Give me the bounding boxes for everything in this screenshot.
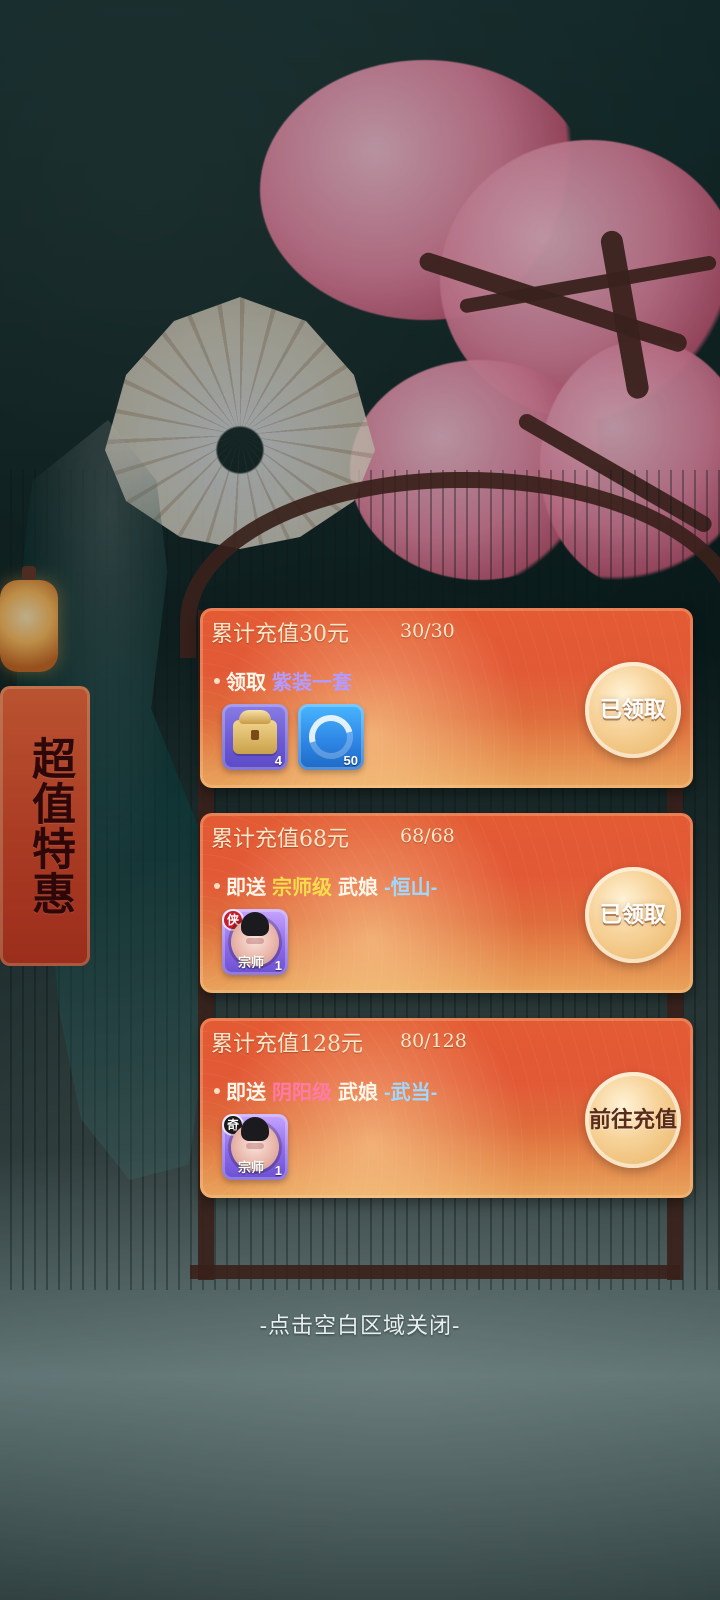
blank-area-close-overlay[interactable] (0, 0, 720, 1600)
